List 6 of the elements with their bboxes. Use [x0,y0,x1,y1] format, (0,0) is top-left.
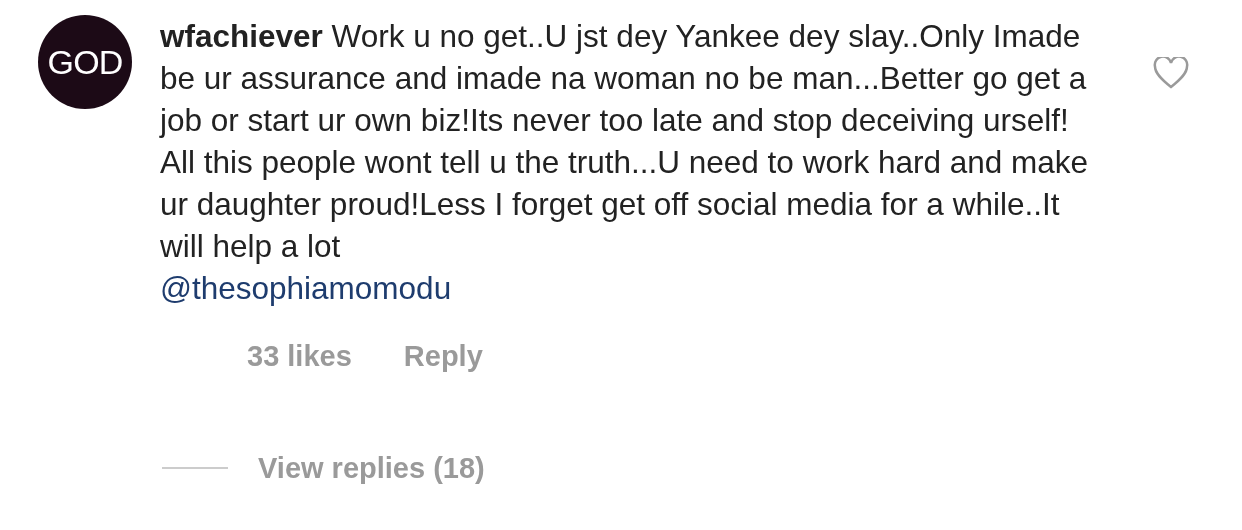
username-link[interactable]: wfachiever [160,18,323,54]
avatar-text: GOD [47,41,123,83]
heart-icon[interactable] [1153,57,1189,89]
mention-link[interactable]: @thesophiamomodu [160,267,452,309]
comment-text: wfachiever Work u no get..U jst dey Yankee dey slay..Only Imade be ur assurance and imade na woman no be man...Better go get a job or start ur own biz!Its never too late and stop deceiving urself! All this people wont tell u the truth...U need to work hard and make ur daughter proud!Less I forget get off social media for a while..It will help a lot [160,17,1090,266]
avatar[interactable]: GOD [38,15,132,109]
